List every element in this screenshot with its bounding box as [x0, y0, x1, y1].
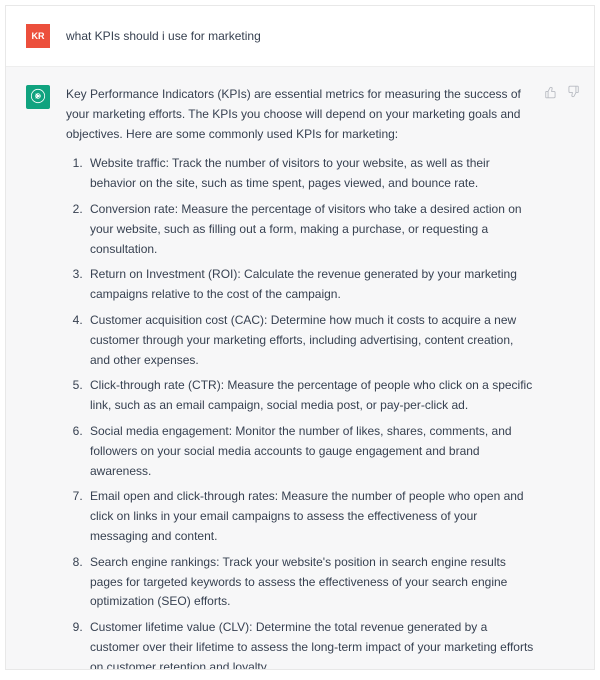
- list-item: Click-through rate (CTR): Measure the pe…: [86, 376, 536, 416]
- list-item: Conversion rate: Measure the percentage …: [86, 200, 536, 259]
- list-item: Social media engagement: Monitor the num…: [86, 422, 536, 481]
- assistant-avatar: [26, 85, 50, 109]
- chat-container: KR what KPIs should i use for marketing …: [5, 5, 595, 670]
- list-item: Email open and click-through rates: Meas…: [86, 487, 536, 546]
- assistant-intro: Key Performance Indicators (KPIs) are es…: [66, 85, 536, 144]
- list-item: Customer lifetime value (CLV): Determine…: [86, 618, 536, 670]
- assistant-message-content: Key Performance Indicators (KPIs) are es…: [66, 85, 576, 670]
- user-avatar-initials: KR: [32, 31, 45, 41]
- list-item: Search engine rankings: Track your websi…: [86, 553, 536, 612]
- assistant-message-row: Key Performance Indicators (KPIs) are es…: [6, 67, 594, 670]
- thumbs-down-icon[interactable]: [566, 85, 580, 99]
- user-message-text: what KPIs should i use for marketing: [66, 24, 576, 47]
- user-message-row: KR what KPIs should i use for marketing: [6, 6, 594, 67]
- user-avatar: KR: [26, 24, 50, 48]
- list-item: Return on Investment (ROI): Calculate th…: [86, 265, 536, 305]
- list-item: Customer acquisition cost (CAC): Determi…: [86, 311, 536, 370]
- openai-logo-icon: [30, 88, 46, 106]
- list-item: Website traffic: Track the number of vis…: [86, 154, 536, 194]
- feedback-controls: [544, 85, 580, 99]
- kpi-list: Website traffic: Track the number of vis…: [66, 154, 536, 670]
- thumbs-up-icon[interactable]: [544, 85, 558, 99]
